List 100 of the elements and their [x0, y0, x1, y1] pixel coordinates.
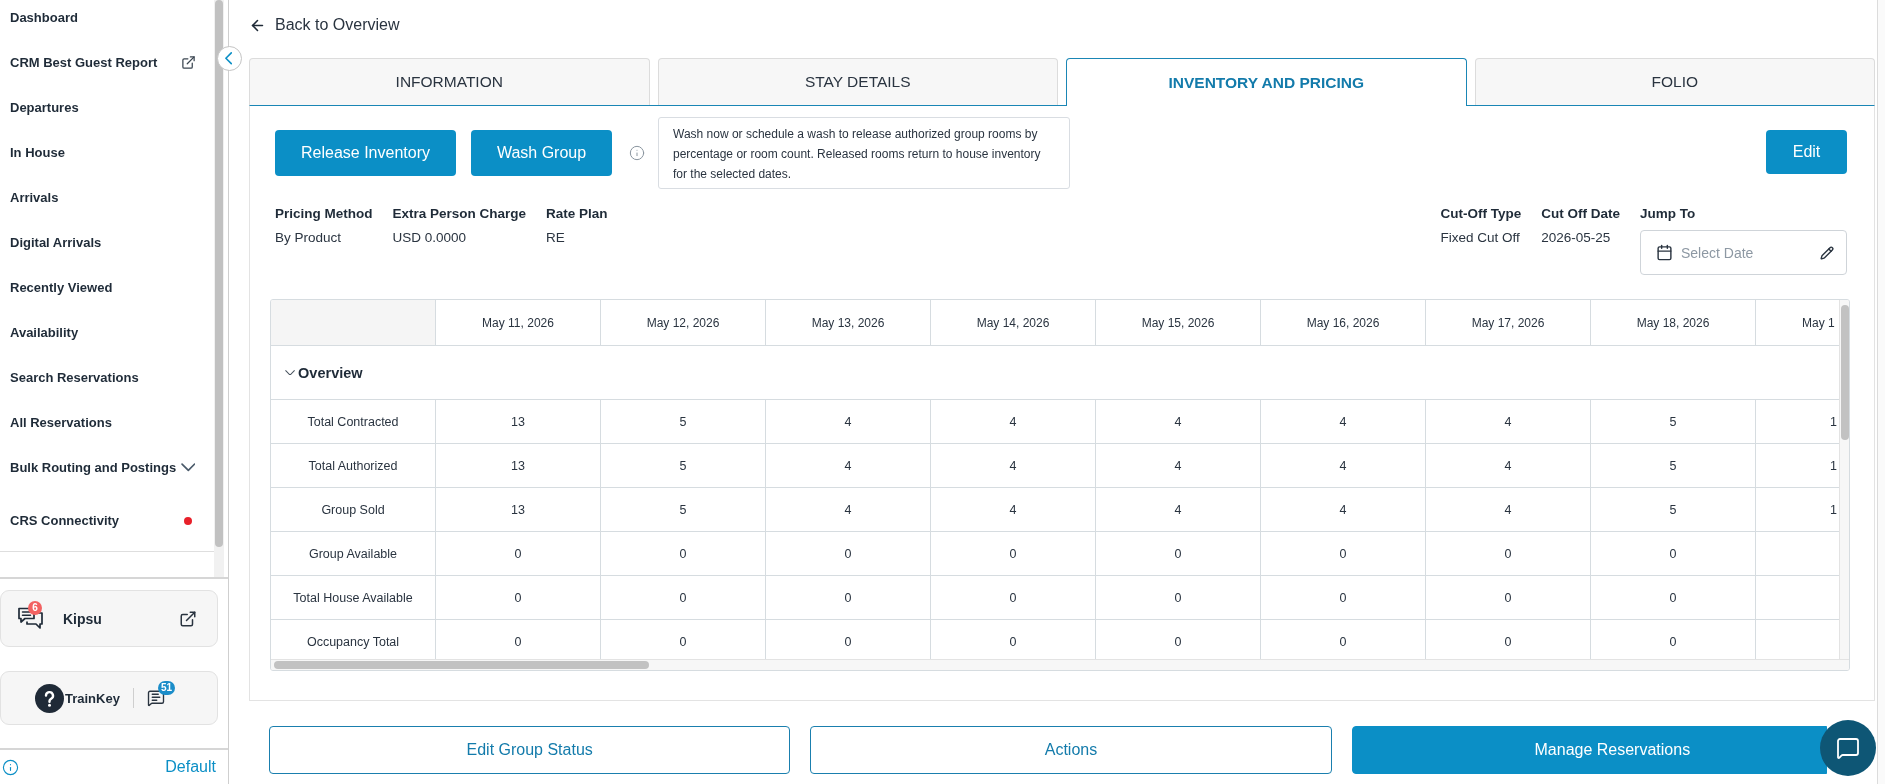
column-header: May 18, 2026 [1591, 300, 1756, 346]
table-cell: 4 [766, 488, 931, 532]
tab[interactable]: INFORMATION [249, 58, 650, 105]
scrollbar-thumb[interactable] [274, 661, 649, 669]
chevron-left-icon [224, 52, 233, 65]
launcher-card[interactable]: TrainKey 51 [0, 671, 218, 725]
chat-icon[interactable] [146, 689, 165, 707]
table-cell: 0 [1261, 576, 1426, 620]
action-button[interactable]: Wash Group [471, 130, 612, 176]
table-cell: 4 [931, 444, 1096, 488]
action-button[interactable]: Release Inventory [275, 130, 456, 176]
table-cell: 4 [1261, 400, 1426, 444]
calendar-icon [1656, 244, 1673, 261]
nav-item[interactable]: Search Reservations [0, 355, 214, 400]
nav-item[interactable]: Digital Arrivals [0, 220, 214, 265]
info-icon[interactable] [629, 145, 645, 161]
back-link[interactable]: Back to Overview [249, 14, 400, 36]
table-cell: 5 [1591, 444, 1756, 488]
column-header: May 13, 2026 [766, 300, 931, 346]
nav-item[interactable]: Bulk Routing and Postings [0, 445, 214, 490]
table-cell: 4 [766, 400, 931, 444]
table-cell: 4 [766, 444, 931, 488]
table-cell: 13 [436, 488, 601, 532]
table-cell: 4 [1426, 400, 1591, 444]
table-cell: 4 [931, 488, 1096, 532]
nav-item[interactable]: CRS Connectivity [0, 490, 214, 551]
table-cell: 0 [436, 532, 601, 576]
table-cell: 4 [931, 400, 1096, 444]
table-cell: 0 [1096, 532, 1261, 576]
tab[interactable]: INVENTORY AND PRICING [1066, 58, 1467, 106]
column-header: May 16, 2026 [1261, 300, 1426, 346]
table-cell: 13 [436, 400, 601, 444]
field-value: 2026-05-25 [1541, 229, 1611, 247]
tab[interactable]: STAY DETAILS [657, 58, 1058, 105]
external-link-icon [179, 609, 197, 628]
nav-item[interactable]: Recently Viewed [0, 265, 214, 310]
field-label: Rate Plan [546, 205, 608, 223]
table-cell: 0 [1261, 532, 1426, 576]
table-cell: 5 [1591, 400, 1756, 444]
footer-button[interactable]: Manage Reservations [1351, 726, 1827, 774]
field-label: Cut Off Date [1541, 205, 1620, 223]
pencil-icon[interactable] [1820, 245, 1834, 260]
row-label: Group Available [271, 532, 436, 576]
table-cell: 5 [601, 488, 766, 532]
table-cell: 0 [436, 576, 601, 620]
table-cell: 5 [601, 400, 766, 444]
nav-item[interactable]: Arrivals [0, 175, 214, 220]
field-label: Extra Person Charge [392, 205, 527, 223]
nav-item[interactable]: Dashboard [0, 0, 214, 40]
notification-badge: 51 [157, 681, 176, 695]
edit-button[interactable]: Edit [1766, 130, 1847, 174]
scrollbar-thumb[interactable] [1840, 305, 1849, 440]
tooltip: Wash now or schedule a wash to release authorized group rooms by percentage or room count. Released rooms return to house inventory for the selected dates. [658, 117, 1070, 189]
table-cell: 4 [1096, 400, 1261, 444]
nav-item[interactable]: Availability [0, 310, 214, 355]
field-label: Pricing Method [275, 205, 373, 223]
field-label: Jump To [1640, 205, 1696, 223]
table-cell: 0 [766, 532, 931, 576]
table-cell: 0 [1426, 532, 1591, 576]
table-cell: 0 [1591, 532, 1756, 576]
table-cell: 0 [931, 576, 1096, 620]
column-header: May 12, 2026 [601, 300, 766, 346]
chat-icon [1836, 736, 1860, 760]
table-cell: 5 [601, 444, 766, 488]
nav-item[interactable]: Departures [0, 85, 214, 130]
table-cell: 0 [1426, 576, 1591, 620]
table-cell: 0 [1096, 576, 1261, 620]
field-value: RE [546, 229, 565, 247]
footer-link[interactable]: Default [165, 758, 216, 776]
field-value: By Product [275, 229, 342, 247]
notification-badge: 6 [28, 601, 42, 615]
field-value: USD 0.0000 [392, 229, 467, 247]
row-label: Total House Available [271, 576, 436, 620]
table-cell: 0 [601, 532, 766, 576]
table-cell: 5 [1591, 488, 1756, 532]
date-picker[interactable]: Select Date [1640, 230, 1847, 275]
external-link-icon [180, 55, 196, 70]
column-header: May 14, 2026 [931, 300, 1096, 346]
nav-item[interactable]: CRM Best Guest Report [0, 40, 214, 85]
footer-button[interactable]: Edit Group Status [269, 726, 791, 774]
row-label: Group Sold [271, 488, 436, 532]
nav-item[interactable]: In House [0, 130, 214, 175]
help-icon[interactable] [35, 683, 64, 713]
field-value: Fixed Cut Off [1440, 229, 1520, 247]
scrollbar-thumb[interactable] [215, 0, 223, 547]
floating-chat-button[interactable] [1820, 720, 1876, 776]
date-input[interactable]: Select Date [1681, 242, 1812, 263]
table-cell: 4 [1426, 444, 1591, 488]
nav-item[interactable]: All Reservations [0, 400, 214, 445]
table-cell: 4 [1261, 488, 1426, 532]
info-icon[interactable] [2, 758, 19, 776]
tab[interactable]: FOLIO [1474, 58, 1875, 105]
footer-button[interactable]: Actions [810, 726, 1332, 774]
section-toggle[interactable]: Overview [285, 364, 363, 381]
table-cell: 0 [931, 532, 1096, 576]
table-cell: 0 [601, 576, 766, 620]
table-cell: 4 [1426, 488, 1591, 532]
table-cell: 0 [766, 576, 931, 620]
table-cell: 13 [436, 444, 601, 488]
launcher-card[interactable]: 6 Kipsu [0, 590, 218, 647]
